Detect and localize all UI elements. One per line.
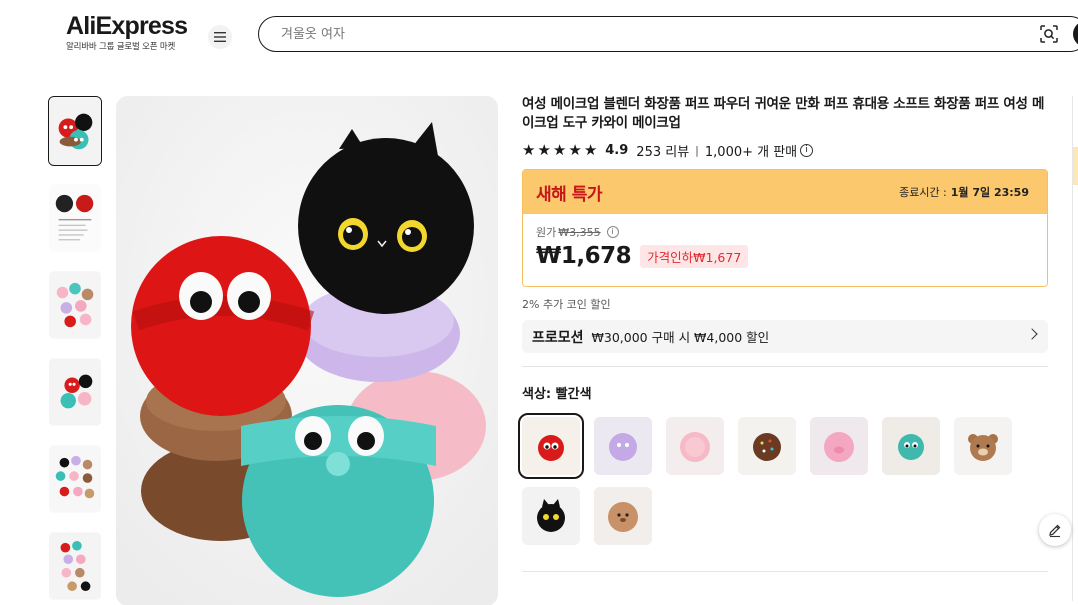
chevron-right-icon xyxy=(1026,328,1038,340)
logo-text: AliExpress xyxy=(66,12,188,40)
star-icon: ★ xyxy=(522,140,536,159)
hamburger-icon xyxy=(214,32,226,42)
thumbnail-3[interactable] xyxy=(48,270,102,340)
swatch-pink[interactable] xyxy=(666,417,724,475)
swatch-red[interactable] xyxy=(518,413,584,479)
thumbnail-5[interactable] xyxy=(48,444,102,514)
original-price-value: ₩3,355 xyxy=(558,225,601,239)
swatch-pink-pig[interactable] xyxy=(810,417,868,475)
promotion-text: ₩30,000 구매 시 ₩4,000 할인 xyxy=(591,330,770,345)
deal-header: 새해 특가 종료시간 :1월 7일 23:59 xyxy=(523,170,1047,214)
swatch-black-cat[interactable] xyxy=(522,487,580,545)
rating-value: 4.9 xyxy=(605,142,629,158)
search-button[interactable] xyxy=(1073,21,1078,47)
swatch-brown[interactable] xyxy=(594,487,652,545)
swatch-bear[interactable] xyxy=(954,417,1012,475)
logo-subtitle: 알리바바 그룹 글로벌 오픈 마켓 xyxy=(66,42,176,52)
price-drop-badge: 가격인하₩1,677 xyxy=(640,244,749,268)
original-price-label: 원가 xyxy=(536,226,557,239)
star-icon: ★ xyxy=(568,140,582,159)
color-swatches xyxy=(518,413,1032,545)
menu-button[interactable] xyxy=(208,25,232,49)
color-label: 색상: 빨간색 xyxy=(522,387,592,402)
rating-stars: ★ ★ ★ ★ ★ xyxy=(522,140,598,159)
star-icon: ★ xyxy=(537,140,551,159)
coin-discount: 2% 추가 코인 할인 xyxy=(522,298,611,311)
divider xyxy=(522,571,1048,572)
search-input[interactable] xyxy=(281,24,881,44)
edit-button[interactable] xyxy=(1039,514,1071,546)
swatch-teal[interactable] xyxy=(882,417,940,475)
divider xyxy=(522,366,1048,367)
main-product-image[interactable] xyxy=(116,96,498,605)
rating-row: ★ ★ ★ ★ ★ 4.9 253 리뷰 | 1,000+ 개 판매 i xyxy=(522,140,1048,160)
product-info: 여성 메이크업 블렌더 화장품 퍼프 파우더 귀여운 만화 퍼프 휴대용 소프트… xyxy=(518,95,1048,572)
star-icon: ★ xyxy=(583,140,598,159)
swatch-purple[interactable] xyxy=(594,417,652,475)
aliexpress-logo[interactable]: AliExpress 알리바바 그룹 글로벌 오픈 마켓 xyxy=(66,12,191,52)
star-icon: ★ xyxy=(552,140,567,159)
pencil-icon xyxy=(1049,524,1061,538)
swatch-donut[interactable] xyxy=(738,417,796,475)
thumbnail-1[interactable] xyxy=(48,96,102,166)
thumbnail-2[interactable] xyxy=(48,183,102,253)
image-search-icon[interactable] xyxy=(1039,24,1059,44)
sold-count: 1,000+ 개 판매 xyxy=(704,144,798,160)
thumbnail-6[interactable] xyxy=(48,531,102,601)
thumbnail-4[interactable] xyxy=(48,357,102,427)
separator: | xyxy=(695,143,699,157)
deal-end-time: 종료시간 :1월 7일 23:59 xyxy=(899,184,1029,200)
product-page: AliExpress 알리바바 그룹 글로벌 오픈 마켓 겨울옷 여자 여성 메… xyxy=(0,0,1078,605)
deal-box: 새해 특가 종료시간 :1월 7일 23:59 원가 ₩3,355 i ₩1,6… xyxy=(522,169,1048,287)
deal-end-value: 1월 7일 23:59 xyxy=(950,186,1029,199)
side-panel-tab[interactable] xyxy=(1073,147,1078,185)
original-price: 원가 ₩3,355 i xyxy=(536,224,1034,240)
deal-end-label: 종료시간 : xyxy=(899,186,947,199)
product-title: 여성 메이크업 블렌더 화장품 퍼프 파우더 귀여운 만화 퍼프 휴대용 소프트… xyxy=(522,96,1045,131)
info-icon[interactable]: i xyxy=(606,226,619,238)
price-row: ₩1,678 가격인하₩1,677 xyxy=(536,243,1034,269)
review-count-link[interactable]: 253 리뷰 xyxy=(636,141,689,160)
current-price: ₩1,678 xyxy=(536,243,632,269)
deal-name: 새해 특가 xyxy=(536,184,602,205)
promotion-tag: 프로모션 xyxy=(532,329,584,346)
deal-body: 원가 ₩3,355 i ₩1,678 가격인하₩1,677 xyxy=(523,214,1047,286)
info-icon[interactable]: i xyxy=(800,143,814,157)
search-bar xyxy=(258,16,1078,52)
thumbnail-list xyxy=(48,96,102,605)
promotion-row[interactable]: 프로모션 ₩30,000 구매 시 ₩4,000 할인 xyxy=(522,320,1048,353)
